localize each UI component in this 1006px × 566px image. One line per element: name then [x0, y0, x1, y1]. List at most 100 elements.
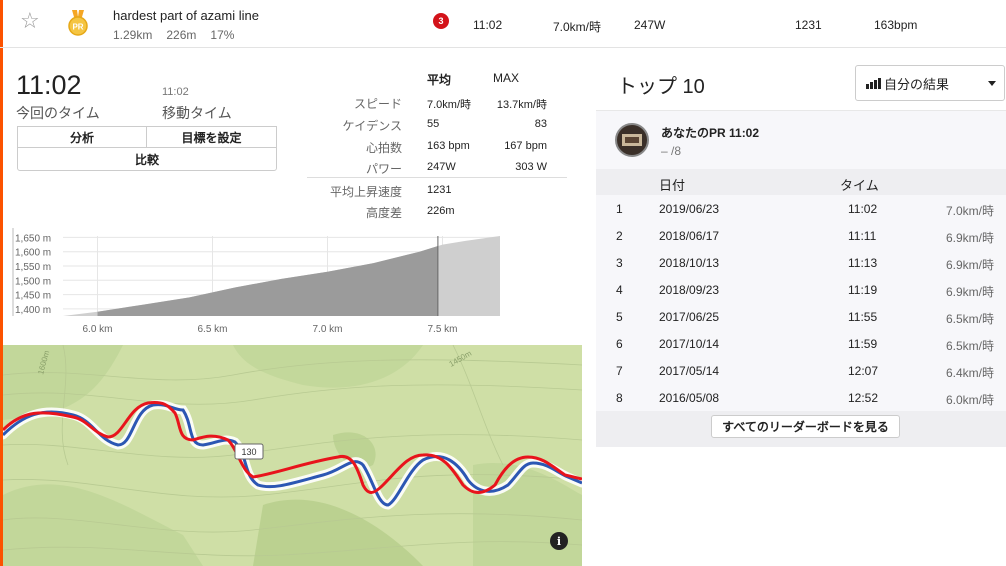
row-date: 2016/05/08 [659, 391, 720, 405]
info-icon: i [550, 532, 568, 550]
row-date: 2019/06/23 [659, 202, 720, 216]
x-tick-label: 6.5 km [197, 324, 227, 335]
y-tick-label: 1,650 m [15, 233, 51, 244]
stat-avg-value: 163 bpm [427, 140, 470, 152]
compare-button[interactable]: 比較 [17, 147, 277, 171]
column-time-header[interactable]: タイム [840, 175, 879, 194]
summary-power: 247W [634, 18, 666, 32]
row-speed: 6.9km/時 [945, 231, 994, 245]
table-row[interactable]: 5 2017/06/25 11:55 6.5km/時 [596, 303, 1006, 330]
row-date: 2017/05/14 [659, 364, 720, 378]
row-rank: 4 [616, 283, 623, 297]
table-row[interactable]: 4 2018/09/23 11:19 6.9km/時 [596, 276, 1006, 303]
road-label: 130 [241, 447, 256, 457]
row-rank: 3 [616, 256, 623, 270]
row-time: 11:11 [848, 229, 877, 243]
stats-avg-header: 平均 [427, 73, 452, 87]
stat-max-value: 167 bpm [504, 140, 547, 152]
row-rank: 2 [616, 229, 623, 243]
x-tick-label: 7.5 km [427, 324, 457, 335]
row-time: 11:59 [848, 337, 878, 351]
row-date: 2018/09/23 [659, 283, 720, 297]
table-row[interactable]: 7 2017/05/14 12:07 6.4km/時 [596, 357, 1006, 384]
filter-label: 自分の結果 [884, 76, 950, 92]
row-time: 11:02 [848, 202, 878, 216]
segment-title[interactable]: hardest part of azami line [113, 8, 259, 23]
stat-avg-value: 55 [427, 118, 440, 130]
segment-grade: 17% [210, 28, 235, 42]
stat-label: 平均上昇速度 [329, 185, 402, 199]
elapsed-time-label: 今回のタイム [16, 105, 100, 121]
pr-rank: – /8 [661, 144, 682, 158]
row-speed: 6.0km/時 [945, 393, 994, 407]
table-row[interactable]: 2 2018/06/17 11:11 6.9km/時 [596, 222, 1006, 249]
chevron-down-icon [988, 81, 996, 86]
table-row[interactable]: 3 2018/10/13 11:13 6.9km/時 [596, 249, 1006, 276]
row-date: 2018/10/13 [659, 256, 720, 270]
view-all-leaderboards-button[interactable]: すべてのリーダーボードを見る [711, 415, 900, 438]
summary-heartrate: 163bpm [874, 18, 918, 32]
y-tick-label: 1,600 m [15, 248, 51, 259]
info-icon-glyph: i [557, 535, 561, 548]
segment-meta: 1.29km 226m 17% [113, 28, 234, 42]
summary-speed: 7.0km/時 [553, 20, 602, 34]
table-row[interactable]: 8 2016/05/08 12:52 6.0km/時 [596, 384, 1006, 411]
row-date: 2017/10/14 [659, 337, 720, 351]
table-row[interactable]: 6 2017/10/14 11:59 6.5km/時 [596, 330, 1006, 357]
y-tick-label: 1,500 m [15, 276, 51, 287]
row-time: 12:07 [848, 364, 879, 378]
y-tick-label: 1,450 m [15, 291, 51, 302]
elapsed-time: 11:02 [16, 70, 82, 100]
set-goal-button[interactable]: 目標を設定 [146, 126, 277, 148]
pr-title: あなたのPR 11:02 [661, 126, 760, 140]
x-tick-label: 7.0 km [312, 324, 342, 335]
row-time: 11:55 [848, 310, 878, 324]
row-speed: 6.9km/時 [945, 285, 994, 299]
stats-max-header: MAX [493, 71, 520, 85]
leaderboard-title: トップ 10 [617, 76, 705, 98]
row-time: 11:19 [848, 283, 878, 297]
segment-summary-row[interactable]: ☆ PR hardest part of azami line 1.29km 2… [0, 0, 1006, 48]
column-date-header[interactable]: 日付 [659, 175, 685, 194]
leaderboard-footer: すべてのリーダーボードを見る [596, 411, 1006, 447]
medal-label: PR [72, 23, 83, 32]
bar-chart-icon [866, 77, 881, 89]
row-date: 2017/06/25 [659, 310, 720, 324]
elevation-chart[interactable]: 1,650 m 1,600 m 1,550 m 1,500 m 1,450 m 1,400… [10, 228, 510, 340]
y-tick-label: 1,400 m [15, 305, 51, 316]
road-shield: 130 [234, 443, 264, 460]
row-speed: 6.9km/時 [945, 258, 994, 272]
stat-max-value: 83 [534, 118, 547, 130]
stat-avg-value: 7.0km/時 [427, 99, 472, 111]
stat-label: 心拍数 [365, 141, 402, 155]
row-time: 12:52 [848, 391, 879, 405]
stat-avg-value: 226m [427, 205, 455, 217]
summary-vam: 1231 [795, 18, 822, 32]
leaderboard-table: 日付 タイム 1 2019/06/23 11:02 7.0km/時 2 2018/06/1… [596, 169, 1006, 447]
row-rank: 7 [616, 364, 623, 378]
stat-label: スピード [353, 97, 402, 111]
stats-divider [307, 177, 567, 178]
row-rank: 1 [616, 202, 623, 216]
personal-record-card: あなたのPR 11:02 – /8 [596, 110, 1006, 169]
segment-distance: 1.29km [113, 28, 153, 42]
leaderboard-filter-dropdown[interactable]: 自分の結果 [855, 65, 1005, 101]
summary-time: 11:02 [473, 18, 503, 32]
stat-label: 高度差 [365, 206, 402, 220]
route-map[interactable]: 1600m 1450m 130 i [3, 345, 582, 566]
row-speed: 7.0km/時 [945, 204, 994, 218]
row-rank: 8 [616, 391, 623, 405]
analyze-button[interactable]: 分析 [17, 126, 147, 148]
stat-max-value: 13.7km/時 [496, 99, 547, 111]
star-icon[interactable]: ☆ [20, 10, 40, 32]
table-row[interactable]: 1 2019/06/23 11:02 7.0km/時 [596, 195, 1006, 222]
rank-badge: 3 [433, 13, 449, 29]
stat-avg-value: 1231 [427, 184, 452, 196]
row-rank: 6 [616, 337, 623, 351]
y-tick-label: 1,550 m [15, 262, 51, 273]
moving-time-label: 移動タイム [162, 105, 232, 121]
avatar[interactable] [615, 123, 649, 157]
pr-medal-icon: PR [68, 10, 88, 36]
row-speed: 6.5km/時 [945, 312, 994, 326]
stat-max-value: 303 W [515, 161, 547, 173]
